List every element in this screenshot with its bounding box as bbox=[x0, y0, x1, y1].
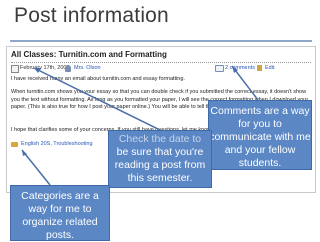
comment-icon[interactable] bbox=[215, 65, 224, 72]
date-callout-text: be sure that you're reading a post from … bbox=[114, 146, 206, 184]
categories-callout: Categories are a way for me to organize … bbox=[10, 185, 110, 241]
category-folder-icon bbox=[11, 142, 18, 147]
edit-icon[interactable] bbox=[257, 65, 262, 71]
author-icon bbox=[65, 65, 71, 72]
post-divider bbox=[11, 62, 311, 63]
edit-link[interactable]: Edit bbox=[265, 65, 274, 71]
slide-title: Post information bbox=[14, 4, 169, 27]
date-callout-hidden-line: Check the date to bbox=[118, 133, 202, 145]
post-heading[interactable]: All Classes: Turnitin.com and Formatting bbox=[11, 50, 167, 59]
comments-callout: Comments are a way for you to communicat… bbox=[208, 100, 312, 170]
date-callout: Check the date to be sure that you're re… bbox=[108, 130, 212, 188]
post-paragraph: I have received many an email about turn… bbox=[11, 76, 185, 82]
post-author[interactable]: Mrs. Olson bbox=[74, 65, 101, 71]
title-divider bbox=[10, 40, 312, 42]
post-categories[interactable]: English 20S, Troubleshooting bbox=[21, 141, 93, 147]
post-date: February 17th, 2009 bbox=[20, 65, 70, 71]
calendar-icon bbox=[11, 65, 19, 73]
comments-link[interactable]: 2 comments bbox=[225, 65, 255, 71]
